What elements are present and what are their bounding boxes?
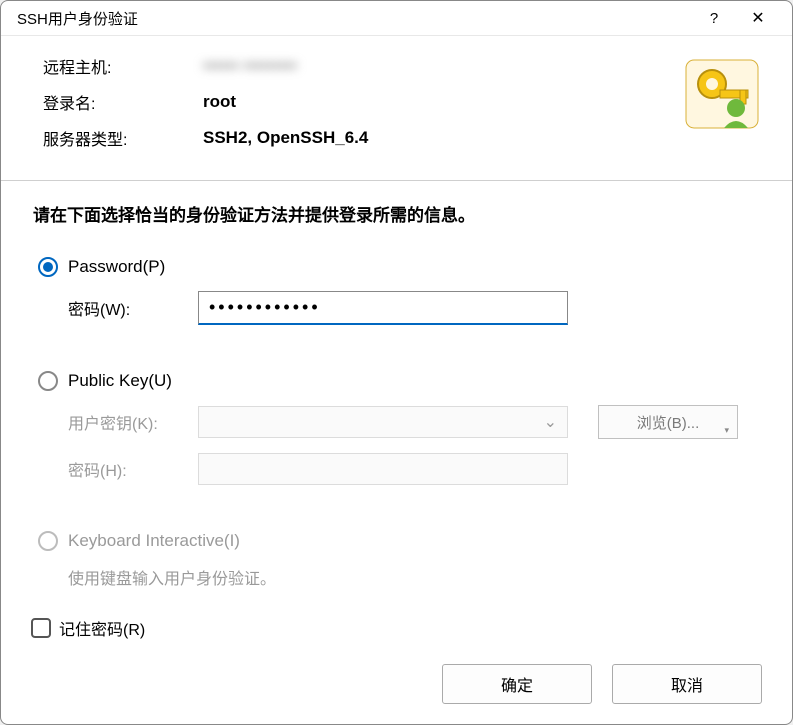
footer: 确定 取消 [1, 650, 792, 724]
method-keyboard-group: Keyboard Interactive(I) 使用键盘输入用户身份验证。 [37, 530, 756, 590]
remember-checkbox[interactable] [31, 618, 51, 638]
ok-button[interactable]: 确定 [442, 664, 592, 704]
password-radio[interactable] [38, 257, 58, 277]
cancel-button[interactable]: 取消 [612, 664, 762, 704]
remember-row[interactable]: 记住密码(R) [31, 616, 762, 640]
pk-password-input [198, 453, 568, 485]
header: 远程主机: •••••• ••••••••• 登录名: root 服务器类型: … [1, 36, 792, 181]
cancel-button-label: 取消 [671, 672, 703, 696]
header-fields: 远程主机: •••••• ••••••••• 登录名: root 服务器类型: … [43, 54, 672, 162]
login-value: root [203, 92, 236, 112]
keyboard-radio-label: Keyboard Interactive(I) [68, 531, 240, 551]
ok-button-label: 确定 [501, 672, 533, 696]
login-row: 登录名: root [43, 90, 672, 114]
remote-host-value: •••••• ••••••••• [203, 56, 297, 76]
publickey-radio-label: Public Key(U) [68, 371, 172, 391]
remember-label: 记住密码(R) [59, 616, 145, 640]
browse-button: 浏览(B)... [598, 405, 738, 439]
password-radio-label: Password(P) [68, 257, 165, 277]
password-radio-row[interactable]: Password(P) [38, 257, 755, 277]
server-type-row: 服务器类型: SSH2, OpenSSH_6.4 [43, 126, 672, 150]
remote-host-row: 远程主机: •••••• ••••••••• [43, 54, 672, 78]
password-field-row: 密码(W): [68, 291, 755, 325]
browse-button-label: 浏览(B)... [637, 412, 700, 433]
help-icon: ? [710, 10, 718, 27]
close-button[interactable]: ✕ [736, 1, 780, 35]
publickey-radio-row[interactable]: Public Key(U) [38, 371, 755, 391]
keyboard-radio [38, 531, 58, 551]
publickey-radio[interactable] [38, 371, 58, 391]
pk-password-field-label: 密码(H): [68, 457, 198, 481]
keyboard-radio-row: Keyboard Interactive(I) [38, 531, 755, 551]
remote-host-label: 远程主机: [43, 54, 203, 78]
close-icon: ✕ [751, 8, 764, 28]
method-password-group: Password(P) 密码(W): [37, 256, 756, 340]
server-type-value: SSH2, OpenSSH_6.4 [203, 128, 368, 148]
dialog-title: SSH用户身份验证 [17, 8, 692, 29]
keyboard-hint: 使用键盘输入用户身份验证。 [68, 565, 755, 589]
userkey-field-label: 用户密钥(K): [68, 410, 198, 434]
chevron-down-icon: ⌄ [544, 412, 557, 432]
pk-password-field-row: 密码(H): [68, 453, 755, 485]
password-field-label: 密码(W): [68, 296, 198, 320]
server-type-label: 服务器类型: [43, 126, 203, 150]
login-label: 登录名: [43, 90, 203, 114]
userkey-combo: ⌄ [198, 406, 568, 438]
ssh-auth-dialog: SSH用户身份验证 ? ✕ 远程主机: •••••• ••••••••• 登录名… [0, 0, 793, 725]
help-button[interactable]: ? [692, 1, 736, 35]
userkey-field-row: 用户密钥(K): ⌄ 浏览(B)... [68, 405, 755, 439]
key-user-icon [682, 54, 762, 134]
password-input[interactable] [198, 291, 568, 325]
instruction-text: 请在下面选择恰当的身份验证方法并提供登录所需的信息。 [1, 181, 792, 238]
method-publickey-group: Public Key(U) 用户密钥(K): ⌄ 浏览(B)... 密码(H): [37, 370, 756, 500]
titlebar: SSH用户身份验证 ? ✕ [1, 1, 792, 36]
